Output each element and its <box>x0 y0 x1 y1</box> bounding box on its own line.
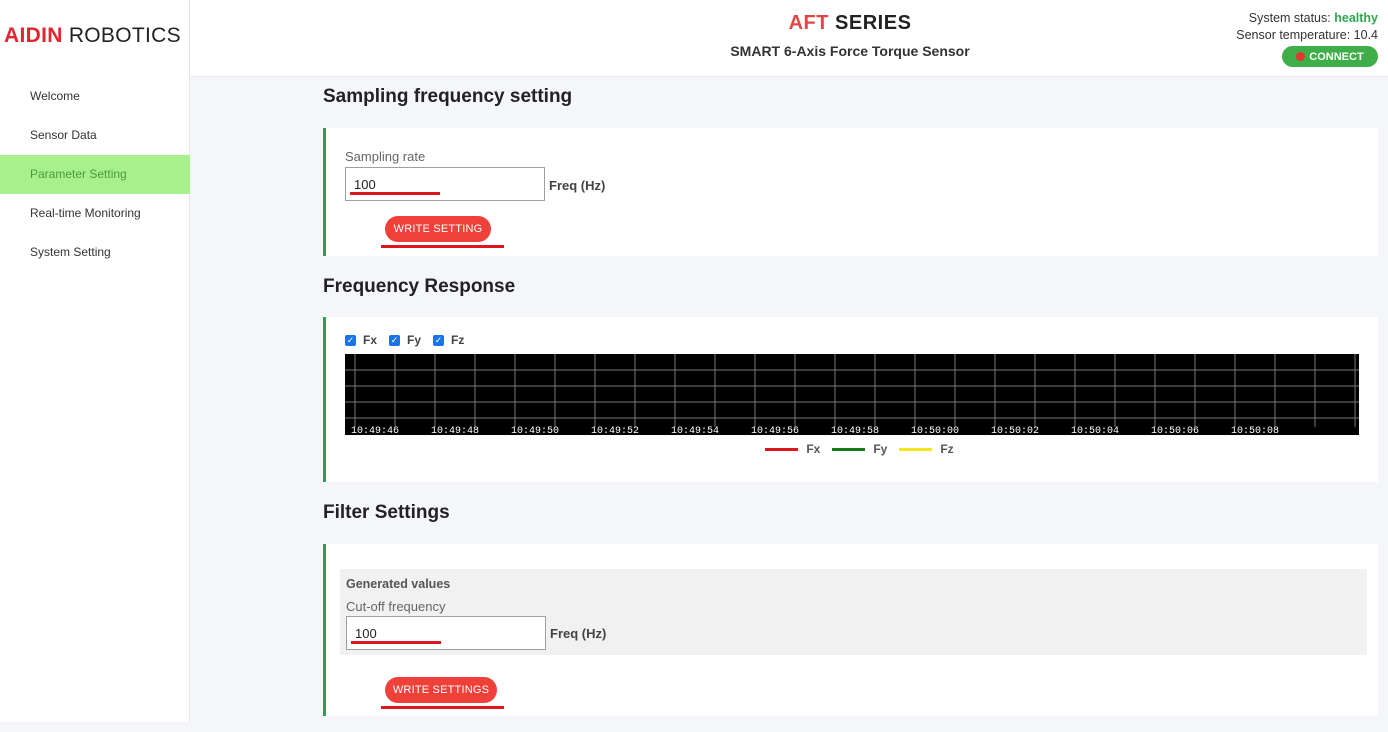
filter-card: Generated values Cut-off frequency Freq … <box>323 544 1378 716</box>
cutoff-frequency-underline <box>351 641 441 644</box>
connect-label: CONNECT <box>1309 50 1364 63</box>
connect-button[interactable]: CONNECT <box>1282 46 1378 67</box>
title-rest: SERIES <box>835 12 912 34</box>
sidebar-item-welcome[interactable]: Welcome <box>0 77 190 116</box>
legend-fx-label: Fx <box>806 442 821 456</box>
sidebar-item-realtime-monitoring[interactable]: Real-time Monitoring <box>0 194 190 233</box>
write-settings-button[interactable]: WRITE SETTINGS <box>385 677 497 703</box>
status-label: System status: <box>1248 11 1331 25</box>
x-tick-label: 10:50:08 <box>1231 426 1279 435</box>
generated-values-panel: Generated values Cut-off frequency Freq … <box>340 569 1367 655</box>
cutoff-frequency-label: Cut-off frequency <box>346 599 446 614</box>
status-badge: healthy <box>1334 11 1378 25</box>
series-toggles: ✓ Fx ✓ Fy ✓ Fz <box>345 333 476 347</box>
brand-logo: AIDIN ROBOTICS <box>4 24 181 48</box>
x-tick-label: 10:49:58 <box>831 426 879 435</box>
cutoff-frequency-unit: Freq (Hz) <box>550 626 607 641</box>
fx-checkbox[interactable]: ✓ <box>345 334 356 346</box>
brand-part2: ROBOTICS <box>68 24 181 47</box>
generated-values-title: Generated values <box>346 577 451 591</box>
frequency-card: ✓ Fx ✓ Fy ✓ Fz 10:49:46 10:49:48 10:49:50 1… <box>323 317 1378 482</box>
connection-dot-icon <box>1296 52 1306 61</box>
sidebar-item-parameter-setting[interactable]: Parameter Setting <box>0 155 190 194</box>
fy-checkbox[interactable]: ✓ <box>389 334 401 346</box>
sampling-rate-input[interactable] <box>345 167 545 201</box>
page-title: AFT SERIES <box>190 12 1388 35</box>
page-subtitle: SMART 6-Axis Force Torque Sensor <box>730 43 970 59</box>
legend-fy-swatch <box>832 447 866 451</box>
legend-fz-swatch <box>899 447 933 451</box>
x-tick-label: 10:49:52 <box>591 426 639 435</box>
frequency-section-title: Frequency Response <box>323 276 516 297</box>
chart-legend: Fx Fy Fz <box>326 442 1381 456</box>
sampling-card: Sampling rate Freq (Hz) WRITE SETTING <box>323 128 1378 256</box>
sidebar: AIDIN ROBOTICS Welcome Sensor Data Param… <box>0 0 190 722</box>
sampling-section-title: Sampling frequency setting <box>323 86 573 107</box>
sampling-rate-underline <box>350 192 440 195</box>
fz-checkbox[interactable]: ✓ <box>433 334 445 346</box>
fy-checkbox-label: Fy <box>407 333 422 347</box>
cutoff-frequency-input[interactable] <box>346 616 546 650</box>
x-tick-label: 10:50:00 <box>911 426 959 435</box>
write-settings-underline <box>381 706 504 709</box>
sensor-temperature: Sensor temperature: 10.4 <box>1236 28 1378 42</box>
filter-section-title: Filter Settings <box>323 502 450 523</box>
fz-checkbox-label: Fz <box>451 333 465 347</box>
status-panel: System status: healthy Sensor temperatur… <box>1236 10 1378 44</box>
sidebar-item-sensor-data[interactable]: Sensor Data <box>0 116 190 155</box>
x-tick-label: 10:49:50 <box>511 426 559 435</box>
x-tick-label: 10:49:56 <box>751 426 799 435</box>
app-header: AFT SERIES SMART 6-Axis Force Torque Sen… <box>190 0 1388 77</box>
sidebar-item-system-setting[interactable]: System Setting <box>0 233 190 272</box>
write-setting-button[interactable]: WRITE SETTING <box>385 216 491 242</box>
frequency-chart: 10:49:46 10:49:48 10:49:50 10:49:52 10:49:54… <box>345 354 1359 435</box>
fx-checkbox-label: Fx <box>363 333 378 347</box>
frequency-chart-svg: 10:49:46 10:49:48 10:49:50 10:49:52 10:49:54… <box>345 354 1359 435</box>
write-setting-underline <box>381 245 504 248</box>
x-tick-label: 10:50:06 <box>1151 426 1199 435</box>
legend-fz-label: Fz <box>940 442 954 456</box>
x-tick-label: 10:49:48 <box>431 426 479 435</box>
sampling-rate-unit: Freq (Hz) <box>549 178 606 193</box>
x-tick-label: 10:49:46 <box>351 426 399 435</box>
legend-fy-label: Fy <box>873 442 888 456</box>
brand-part1: AIDIN <box>4 24 63 47</box>
legend-fx-swatch <box>765 447 799 451</box>
x-tick-label: 10:49:54 <box>671 426 719 435</box>
system-status: System status: healthy <box>1236 10 1378 27</box>
x-tick-label: 10:50:02 <box>991 426 1039 435</box>
title-accent: AFT <box>788 12 829 34</box>
sampling-rate-label: Sampling rate <box>345 149 426 164</box>
x-tick-label: 10:50:04 <box>1071 426 1119 435</box>
sidebar-nav: Welcome Sensor Data Parameter Setting Re… <box>0 77 190 272</box>
